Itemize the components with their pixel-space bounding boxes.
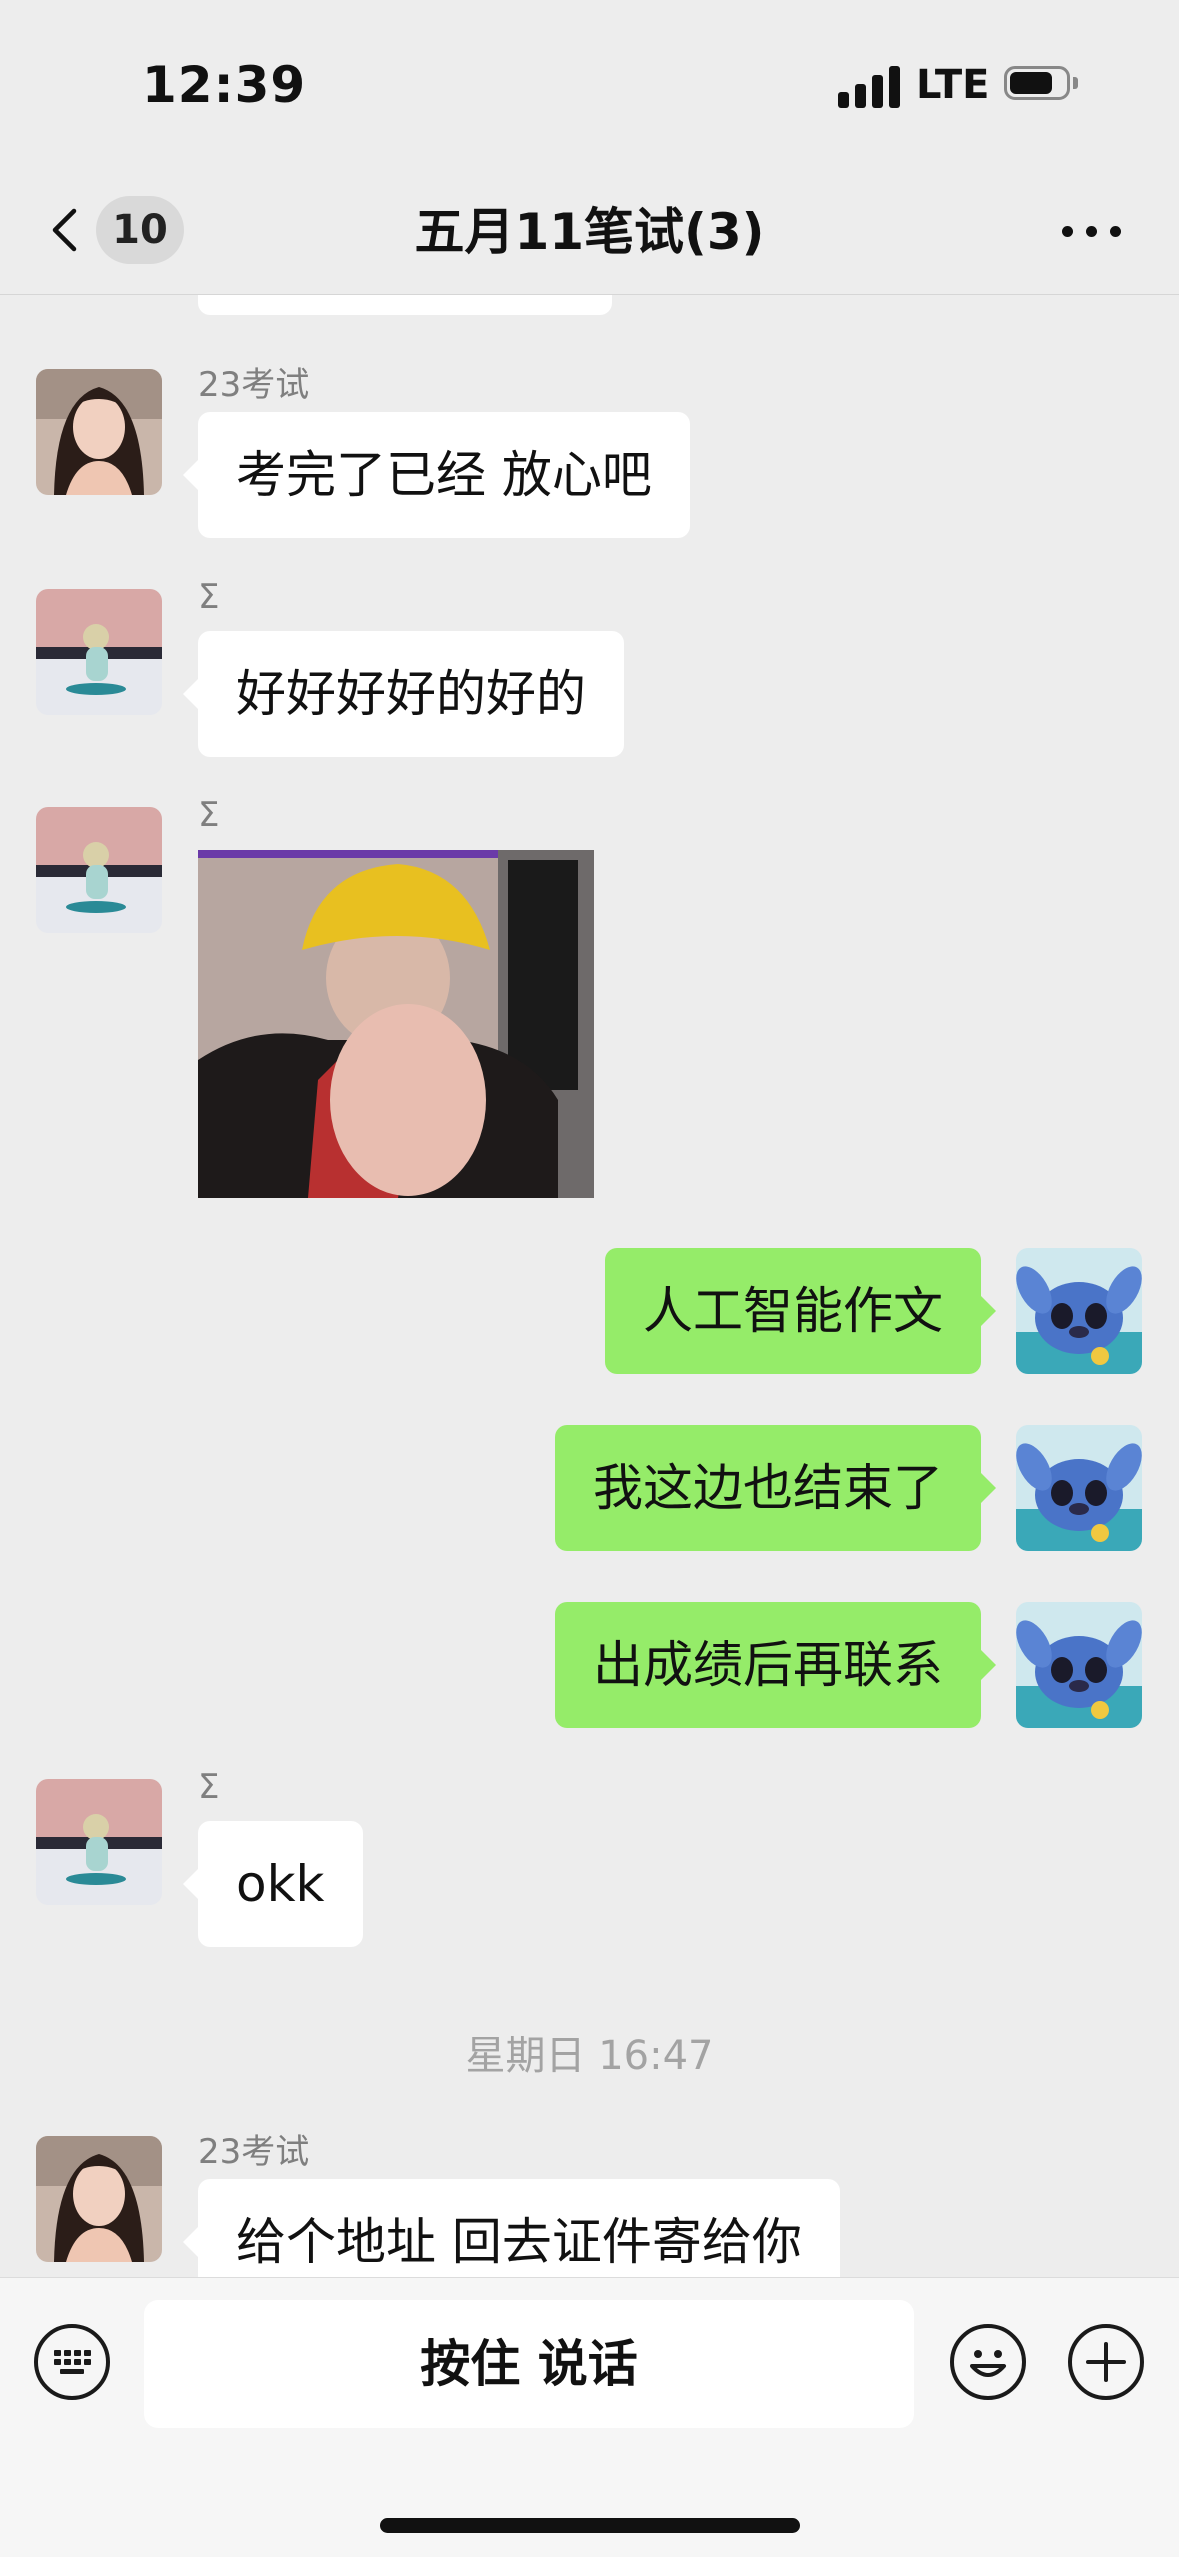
message-bubble-incoming[interactable]: 给个地址 回去证件寄给你	[183, 2179, 840, 2277]
woman-avatar-image	[36, 2136, 162, 2262]
chat-title: 五月11笔试(3)	[414, 203, 765, 261]
sender-name: 23考试	[198, 2132, 310, 2172]
snowboard-avatar-image	[36, 589, 162, 715]
plus-icon	[1086, 2342, 1126, 2382]
avatar-woman[interactable]	[36, 369, 162, 495]
avatar-stitch[interactable]	[1016, 1248, 1142, 1374]
stitch-avatar-image	[1016, 1425, 1142, 1551]
previous-message-bubble[interactable]	[198, 295, 612, 315]
home-indicator	[380, 2518, 800, 2533]
input-bar: 按住 说话	[0, 2277, 1179, 2557]
avatar-snowboard[interactable]	[36, 807, 162, 933]
smiley-icon	[970, 2350, 1006, 2377]
message-bubble-incoming[interactable]: 考完了已经 放心吧	[183, 412, 690, 538]
chat-message-list[interactable]: 23考试 考完了已经 放心吧 Σ 好好好好的好的 Σ 人工智能作文 我这边也结束…	[0, 295, 1179, 2277]
keyboard-toggle-button[interactable]	[34, 2324, 110, 2400]
image-message[interactable]	[198, 850, 594, 1198]
message-bubble-incoming[interactable]: okk	[183, 1821, 363, 1947]
keyboard-icon	[54, 2350, 91, 2374]
more-options-button[interactable]	[1060, 220, 1124, 244]
woman-avatar-image	[36, 369, 162, 495]
stitch-avatar-image	[1016, 1602, 1142, 1728]
battery-icon	[1004, 66, 1080, 104]
avatar-snowboard[interactable]	[36, 1779, 162, 1905]
sender-name: Σ	[198, 795, 220, 835]
man-yellow-hat-photo	[198, 850, 594, 1198]
sender-name: Σ	[198, 577, 220, 617]
sender-name: Σ	[198, 1767, 220, 1807]
emoji-button[interactable]	[950, 2324, 1026, 2400]
message-bubble-incoming[interactable]: 好好好好的好的	[183, 631, 624, 757]
message-bubble-outgoing[interactable]: 人工智能作文	[605, 1248, 996, 1374]
message-bubble-outgoing[interactable]: 我这边也结束了	[555, 1425, 996, 1551]
avatar-woman[interactable]	[36, 2136, 162, 2262]
message-bubble-outgoing[interactable]: 出成绩后再联系	[555, 1602, 996, 1728]
avatar-stitch[interactable]	[1016, 1602, 1142, 1728]
signal-icon	[838, 64, 902, 108]
network-type: LTE	[916, 62, 990, 108]
avatar-snowboard[interactable]	[36, 589, 162, 715]
snowboard-avatar-image	[36, 807, 162, 933]
avatar-stitch[interactable]	[1016, 1425, 1142, 1551]
stitch-avatar-image	[1016, 1248, 1142, 1374]
time-divider: 星期日 16:47	[465, 2033, 714, 2079]
hold-to-talk-button[interactable]: 按住 说话	[144, 2300, 914, 2428]
status-bar: 12:39 LTE	[0, 0, 1179, 160]
more-functions-button[interactable]	[1068, 2324, 1144, 2400]
status-time: 12:39	[142, 56, 307, 114]
nav-bar: 10 五月11笔试(3)	[0, 160, 1179, 295]
sender-name: 23考试	[198, 365, 310, 405]
snowboard-avatar-image	[36, 1779, 162, 1905]
